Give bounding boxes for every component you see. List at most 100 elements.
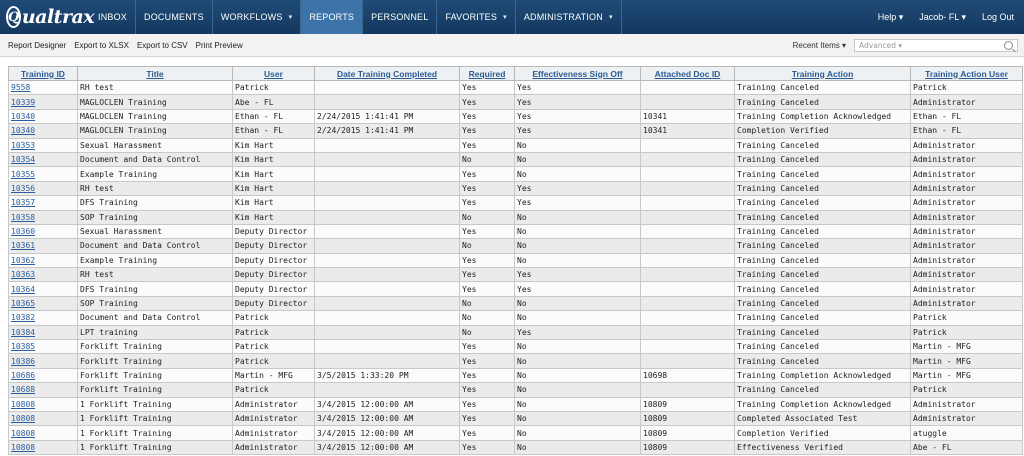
column-header[interactable]: Training ID: [8, 66, 78, 81]
table-cell: Deputy Director: [232, 238, 315, 254]
column-header[interactable]: User: [232, 66, 315, 81]
training-id-link[interactable]: 10808: [8, 425, 78, 441]
table-cell: [314, 223, 460, 240]
table-row: 10384 LPT training Patrick No Yes Training Ca…: [8, 324, 1023, 341]
table-cell: Administrator: [910, 267, 1023, 283]
export-csv-link[interactable]: Export to CSV: [137, 41, 188, 50]
table-cell: Yes: [459, 195, 515, 211]
training-id-link[interactable]: 10808: [8, 410, 78, 427]
training-id-link[interactable]: 10356: [8, 180, 78, 197]
table-cell: Yes: [459, 281, 515, 297]
training-id-link[interactable]: 10340: [8, 123, 78, 139]
recent-items-menu[interactable]: Recent Items ▾: [793, 41, 846, 50]
table-cell: Training Canceled: [734, 79, 911, 96]
table-cell: Yes: [459, 339, 515, 355]
table-cell: Training Canceled: [734, 180, 911, 197]
table-cell: [314, 180, 460, 197]
table-cell: Yes: [459, 267, 515, 283]
training-id-link[interactable]: 10358: [8, 209, 78, 225]
training-id-link[interactable]: 10355: [8, 166, 78, 182]
table-cell: Training Canceled: [734, 252, 911, 269]
table-cell: Patrick: [910, 79, 1023, 96]
training-id-link[interactable]: 10382: [8, 310, 78, 326]
training-id-link[interactable]: 10354: [8, 151, 78, 168]
report-toolbar: Report Designer Export to XLSX Export to…: [0, 34, 1024, 57]
table-cell: Administrator: [910, 166, 1023, 182]
training-id-link[interactable]: 10386: [8, 353, 78, 369]
column-header[interactable]: Attached Doc ID: [640, 66, 735, 81]
nav-administration[interactable]: ADMINISTRATION ▾: [516, 0, 622, 34]
table-cell: No: [514, 439, 641, 456]
training-id-link[interactable]: 10340: [8, 108, 78, 125]
table-cell: [314, 310, 460, 326]
table-cell: MAGLOCLEN Training: [77, 108, 233, 125]
report-designer-link[interactable]: Report Designer: [8, 41, 66, 50]
table-cell: Document and Data Control: [77, 238, 233, 254]
training-id-link[interactable]: 10384: [8, 324, 78, 341]
table-cell: 1 Forklift Training: [77, 439, 233, 456]
training-id-link[interactable]: 10361: [8, 238, 78, 254]
training-id-link[interactable]: 10357: [8, 195, 78, 211]
training-id-link[interactable]: 10688: [8, 382, 78, 398]
table-cell: [314, 267, 460, 283]
training-id-link[interactable]: 10808: [8, 439, 78, 456]
search-input[interactable]: Advanced ▾: [854, 38, 1018, 52]
column-header[interactable]: Required: [459, 66, 515, 81]
training-id-link[interactable]: 10362: [8, 252, 78, 269]
table-cell: Administrator: [910, 195, 1023, 211]
table-cell: Yes: [514, 267, 641, 283]
search-icon[interactable]: [1004, 40, 1013, 50]
table-cell: 10341: [640, 123, 735, 139]
user-menu[interactable]: Jacob- FL ▾: [919, 12, 966, 23]
table-cell: Yes: [514, 195, 641, 211]
nav-inbox[interactable]: INBOX: [90, 0, 137, 34]
training-id-link[interactable]: 9558: [8, 79, 78, 96]
table-row: 10360 Sexual Harassment Deputy Director Yes…: [8, 223, 1023, 240]
table-cell: Training Canceled: [734, 94, 911, 110]
nav-label: REPORTS: [309, 12, 355, 22]
table-cell: No: [514, 166, 641, 182]
logout-link[interactable]: Log Out: [982, 12, 1014, 22]
table-cell: RH test: [77, 79, 233, 96]
help-menu[interactable]: Help ▾: [878, 12, 904, 23]
table-row: 10385 Forklift Training Patrick Yes No Traini…: [8, 339, 1023, 355]
table-cell: Yes: [459, 223, 515, 240]
nav-documents[interactable]: DOCUMENTS: [136, 0, 213, 34]
training-id-link[interactable]: 10353: [8, 137, 78, 153]
table-cell: 2/24/2015 1:41:41 PM: [314, 123, 460, 139]
table-cell: Yes: [459, 439, 515, 456]
training-id-link[interactable]: 10364: [8, 281, 78, 297]
column-header[interactable]: Training Action: [734, 66, 911, 81]
training-id-link[interactable]: 10365: [8, 295, 78, 312]
training-id-link[interactable]: 10339: [8, 94, 78, 110]
training-id-link[interactable]: 10686: [8, 367, 78, 384]
table-cell: 3/4/2015 12:00:00 AM: [314, 396, 460, 412]
table-cell: Yes: [514, 108, 641, 125]
column-header[interactable]: Effectiveness Sign Off: [514, 66, 641, 81]
table-cell: DFS Training: [77, 281, 233, 297]
training-id-link[interactable]: 10808: [8, 396, 78, 412]
column-header[interactable]: Training Action User: [910, 66, 1023, 81]
table-row: 10365 SOP Training Deputy Director No No Trai…: [8, 295, 1023, 312]
table-cell: Administrator: [910, 180, 1023, 197]
nav-personnel[interactable]: PERSONNEL: [363, 0, 438, 34]
print-preview-link[interactable]: Print Preview: [196, 41, 243, 50]
column-header[interactable]: Date Training Completed: [314, 66, 460, 81]
table-cell: [640, 339, 735, 355]
table-body: 9558 RH test Patrick Yes Yes Training Cancele…: [8, 79, 1023, 456]
table-cell: Kim Hart: [232, 137, 315, 153]
training-id-link[interactable]: 10385: [8, 339, 78, 355]
nav-reports[interactable]: REPORTS: [301, 0, 364, 34]
qualtrax-logo[interactable]: Qualtrax: [0, 0, 95, 34]
table-cell: Yes: [459, 166, 515, 182]
table-cell: Training Canceled: [734, 353, 911, 369]
column-header[interactable]: Title: [77, 66, 233, 81]
table-cell: 10698: [640, 367, 735, 384]
nav-workflows[interactable]: WORKFLOWS ▾: [213, 0, 302, 34]
nav-label: FAVORITES: [445, 12, 498, 22]
training-id-link[interactable]: 10363: [8, 267, 78, 283]
table-cell: Patrick: [232, 339, 315, 355]
training-id-link[interactable]: 10360: [8, 223, 78, 240]
export-xlsx-link[interactable]: Export to XLSX: [74, 41, 129, 50]
nav-favorites[interactable]: FAVORITES ▾: [437, 0, 516, 34]
